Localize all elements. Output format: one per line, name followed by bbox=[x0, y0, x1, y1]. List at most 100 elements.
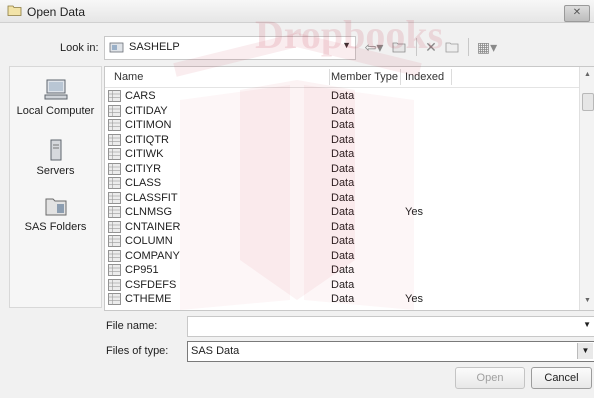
place-label: SAS Folders bbox=[24, 221, 87, 233]
file-type: Data bbox=[331, 191, 355, 204]
place-servers[interactable]: Servers bbox=[10, 139, 101, 177]
dataset-icon bbox=[108, 104, 121, 117]
file-list[interactable]: Name Member Type Indexed CARS Data CITIDAY… bbox=[104, 66, 594, 311]
filename-combo[interactable]: ▼ bbox=[187, 316, 594, 337]
file-name: CLNMSG bbox=[125, 206, 173, 218]
file-name: CITIMON bbox=[125, 119, 172, 131]
file-name: CITIWK bbox=[125, 148, 164, 160]
dataset-icon bbox=[108, 191, 121, 204]
open-button[interactable]: Open bbox=[455, 367, 525, 389]
views-menu-icon[interactable]: ▦▾ bbox=[473, 38, 501, 56]
filetype-value: SAS Data bbox=[191, 345, 240, 357]
table-row[interactable]: CITIDAY Data bbox=[105, 104, 579, 119]
file-name: CLASSFIT bbox=[125, 191, 178, 204]
table-row[interactable]: CITIYR Data bbox=[105, 162, 579, 177]
open-folder-icon bbox=[7, 5, 22, 16]
file-name: CNTAINER bbox=[125, 220, 181, 233]
dataset-icon bbox=[108, 220, 121, 233]
file-name: CSFDEFS bbox=[125, 278, 177, 291]
file-type: Data bbox=[331, 220, 355, 233]
dataset-icon bbox=[108, 177, 121, 189]
table-row[interactable]: CLASSFIT Data bbox=[105, 191, 579, 206]
places-bar: Local Computer Servers SAS Folders bbox=[9, 66, 102, 308]
table-row[interactable]: CLNMSG Data Yes bbox=[105, 205, 579, 220]
file-name: CITIYR bbox=[125, 162, 162, 175]
file-type: Data bbox=[331, 264, 355, 276]
chevron-down-icon[interactable]: ▼ bbox=[583, 320, 591, 329]
chevron-down-icon[interactable]: ▼ bbox=[577, 343, 593, 359]
filename-field[interactable] bbox=[188, 317, 576, 334]
table-row[interactable]: COLUMN Data bbox=[105, 234, 579, 249]
back-arrow-icon[interactable]: ⇦▾ bbox=[362, 38, 386, 56]
new-folder-icon[interactable] bbox=[443, 38, 461, 56]
up-folder-icon[interactable] bbox=[390, 38, 408, 56]
scroll-up-icon[interactable]: ▲ bbox=[584, 71, 591, 78]
table-row[interactable]: CSFDEFS Data bbox=[105, 278, 579, 293]
file-type: Data bbox=[331, 235, 355, 247]
file-rows: CARS Data CITIDAY Data CITIMON Data CITIQTR Dat… bbox=[105, 89, 579, 307]
scroll-thumb[interactable] bbox=[582, 93, 594, 111]
file-type: Data bbox=[331, 249, 355, 262]
dataset-icon bbox=[108, 133, 121, 146]
file-type: Data bbox=[331, 119, 355, 131]
cancel-button[interactable]: Cancel bbox=[531, 367, 592, 389]
toolbar-separator bbox=[468, 38, 469, 56]
dataset-icon bbox=[108, 90, 121, 102]
column-name[interactable]: Name bbox=[114, 71, 143, 83]
table-row[interactable]: CLASS Data bbox=[105, 176, 579, 191]
file-type: Data bbox=[331, 104, 355, 117]
table-row[interactable]: CITIWK Data bbox=[105, 147, 579, 162]
server-icon bbox=[50, 139, 61, 161]
place-local-computer[interactable]: Local Computer bbox=[10, 79, 101, 117]
column-indexed[interactable]: Indexed bbox=[405, 71, 444, 83]
file-name: CTHEME bbox=[125, 293, 172, 305]
file-indexed: Yes bbox=[405, 293, 423, 305]
file-name: COLUMN bbox=[125, 235, 173, 247]
lookin-combo[interactable]: SASHELP ▼ bbox=[104, 36, 356, 60]
computer-icon bbox=[44, 79, 67, 100]
filename-label: File name: bbox=[106, 320, 158, 332]
table-row[interactable]: CITIMON Data bbox=[105, 118, 579, 133]
dataset-icon bbox=[108, 206, 121, 218]
file-name: CITIQTR bbox=[125, 133, 169, 146]
table-row[interactable]: CARS Data bbox=[105, 89, 579, 104]
close-button[interactable]: ✕ bbox=[564, 5, 590, 22]
delete-icon[interactable]: ✕ bbox=[422, 38, 440, 56]
file-name: CP951 bbox=[125, 264, 159, 276]
file-type: Data bbox=[331, 293, 355, 305]
lookin-value: SASHELP bbox=[129, 41, 180, 53]
table-row[interactable]: CTHEME Data Yes bbox=[105, 292, 579, 307]
filetype-label: Files of type: bbox=[106, 345, 169, 357]
file-type: Data bbox=[331, 162, 355, 175]
table-row[interactable]: CNTAINER Data bbox=[105, 220, 579, 235]
table-row[interactable]: CITIQTR Data bbox=[105, 133, 579, 148]
table-row[interactable]: COMPANY Data bbox=[105, 249, 579, 264]
file-name: COMPANY bbox=[125, 249, 180, 262]
place-label: Local Computer bbox=[16, 105, 95, 117]
dataset-icon bbox=[108, 249, 121, 262]
file-name: CITIDAY bbox=[125, 104, 168, 117]
file-type: Data bbox=[331, 278, 355, 291]
window-title: Open Data bbox=[27, 5, 86, 19]
file-type: Data bbox=[331, 206, 355, 218]
table-row[interactable]: CP951 Data bbox=[105, 263, 579, 278]
file-type: Data bbox=[331, 90, 355, 102]
file-name: CARS bbox=[125, 90, 156, 102]
file-type: Data bbox=[331, 148, 355, 160]
vertical-scrollbar[interactable]: ▲ ▼ bbox=[579, 67, 594, 310]
file-indexed: Yes bbox=[405, 206, 423, 218]
place-label: Servers bbox=[36, 165, 75, 177]
file-type: Data bbox=[331, 177, 355, 189]
column-divider[interactable] bbox=[329, 69, 330, 85]
folder-icon bbox=[45, 198, 66, 216]
column-divider[interactable] bbox=[400, 69, 401, 85]
scroll-down-icon[interactable]: ▼ bbox=[584, 297, 591, 304]
chevron-down-icon: ▼ bbox=[342, 40, 351, 50]
place-sas-folders[interactable]: SAS Folders bbox=[10, 195, 101, 233]
column-member-type[interactable]: Member Type bbox=[331, 71, 398, 83]
filetype-select[interactable]: SAS Data ▼ bbox=[187, 341, 594, 362]
toolbar-separator bbox=[416, 38, 417, 56]
dataset-icon bbox=[108, 148, 121, 160]
column-divider[interactable] bbox=[451, 69, 452, 85]
library-icon bbox=[109, 42, 124, 53]
